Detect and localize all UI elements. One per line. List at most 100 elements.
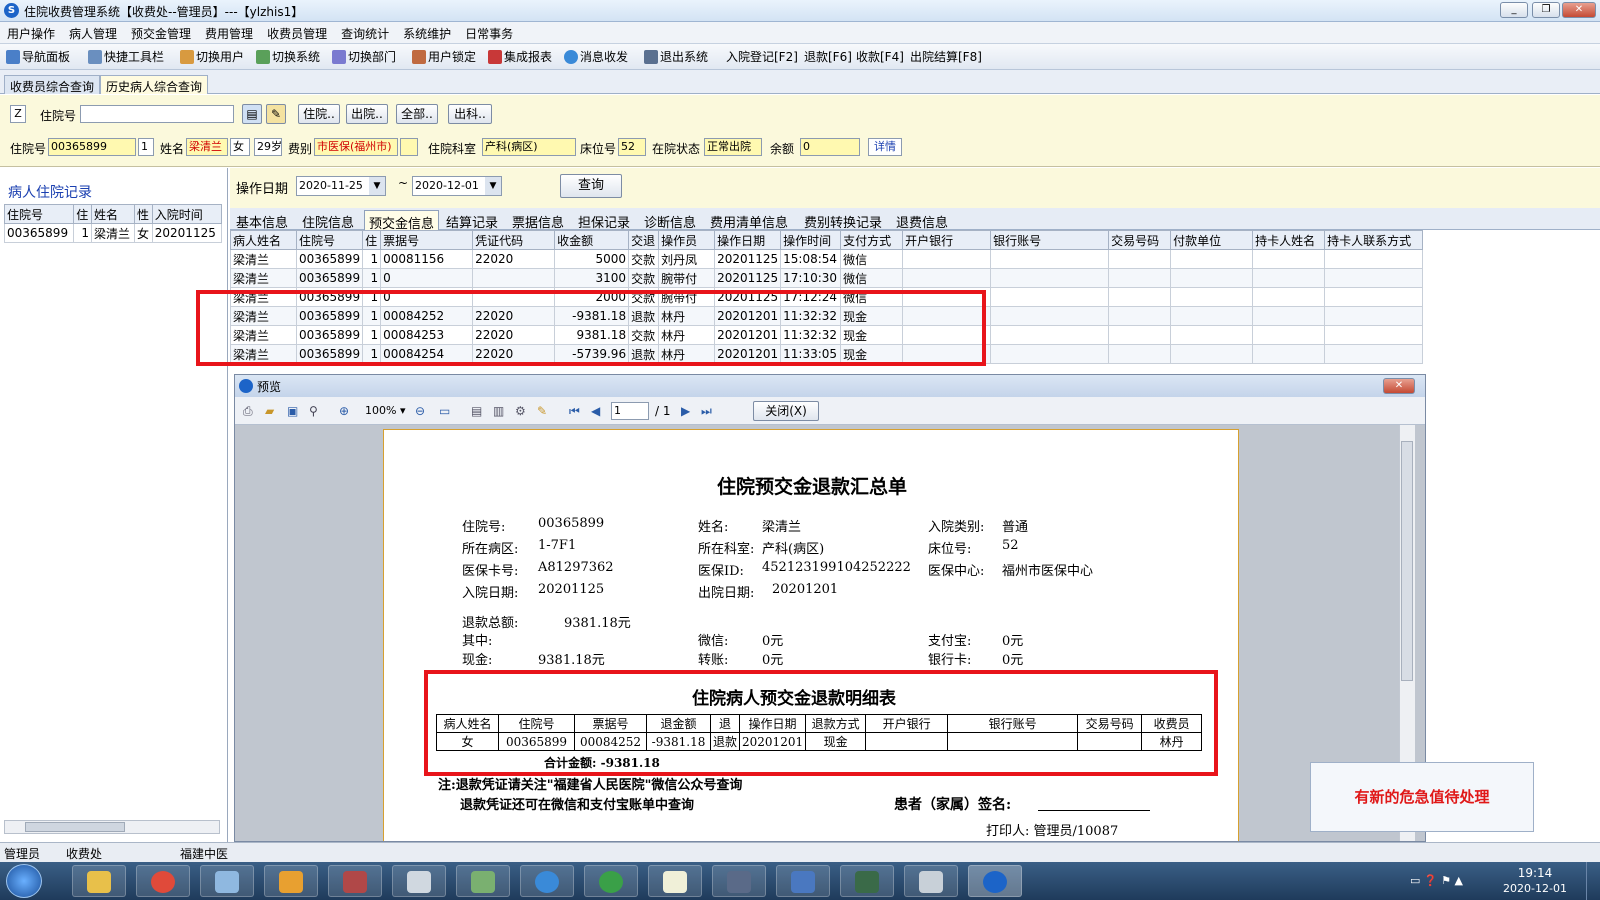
zoom-select[interactable]: 100% ▾ (365, 402, 405, 420)
tab-cashier-query[interactable]: 收费员综合查询 (4, 75, 101, 94)
taskbar-doctor[interactable] (392, 865, 446, 897)
taskbar-db[interactable] (328, 865, 382, 897)
tb-report[interactable]: 集成报表 (488, 48, 552, 66)
tb-message[interactable]: 消息收发 (564, 48, 628, 66)
col-header[interactable]: 住院号 (3, 204, 75, 224)
tab-fee-list[interactable]: 费用清单信息 (706, 210, 792, 231)
admit-filter-button[interactable]: 住院.. (298, 104, 340, 124)
prev-page-icon[interactable]: ◀ (591, 402, 600, 420)
col-header[interactable]: 住 (362, 230, 382, 250)
tab-guarantee[interactable]: 担保记录 (574, 210, 634, 231)
tab-diagnosis[interactable]: 诊断信息 (640, 210, 700, 231)
col-header[interactable]: 操作员 (658, 230, 716, 250)
tab-receipt[interactable]: 票据信息 (508, 210, 568, 231)
date-from-picker[interactable]: 2020-11-25 ▼ (296, 176, 386, 196)
col-header[interactable]: 持卡人姓名 (1252, 230, 1326, 250)
clock-date[interactable]: 2020-12-01 (1500, 882, 1570, 895)
tab-inpatient[interactable]: 住院信息 (298, 210, 358, 231)
discharge-filter-button[interactable]: 出院.. (346, 104, 388, 124)
taskbar-remote[interactable] (776, 865, 830, 897)
two-page-icon[interactable]: ▥ (493, 402, 504, 420)
menu-patient[interactable]: 病人管理 (62, 22, 124, 45)
scroll-thumb[interactable] (1401, 441, 1413, 681)
taskbar-sql2[interactable] (712, 865, 766, 897)
menu-fee[interactable]: 费用管理 (198, 22, 260, 45)
left-hscrollbar[interactable] (4, 820, 220, 834)
table-row[interactable]: 00365899 1 梁清兰 女 20201125 (3, 223, 223, 243)
all-filter-button[interactable]: 全部.. (396, 104, 438, 124)
page-number-input[interactable]: 1 (611, 402, 649, 420)
tb-settle-f8[interactable]: 出院结算[F8] (910, 48, 982, 66)
taskbar-his-active[interactable] (968, 865, 1022, 897)
inpatient-no-input[interactable] (80, 105, 234, 123)
col-header[interactable]: 支付方式 (840, 230, 904, 250)
tray-icons[interactable]: ▭ ❓ ⚑ ▲ (1410, 874, 1463, 887)
col-header[interactable]: 病人姓名 (230, 230, 297, 250)
taskbar-notepad[interactable] (648, 865, 702, 897)
find-icon[interactable]: ⚲ (309, 402, 318, 420)
edit-icon[interactable]: ✎ (537, 402, 547, 420)
tb-refund-f6[interactable]: 退款[F6] (804, 48, 852, 66)
menu-system[interactable]: 系统维护 (396, 22, 458, 45)
col-header[interactable]: 入院时间 (151, 204, 223, 224)
save-icon[interactable]: ▣ (287, 402, 298, 420)
taskbar-s-app[interactable] (584, 865, 638, 897)
taskbar-app[interactable] (200, 865, 254, 897)
tab-refund-info[interactable]: 退费信息 (892, 210, 952, 231)
menu-deposit[interactable]: 预交金管理 (124, 22, 198, 45)
col-header[interactable]: 付款单位 (1170, 230, 1254, 250)
show-desktop-button[interactable] (1586, 862, 1600, 900)
tab-fee-type-change[interactable]: 费别转换记录 (800, 210, 886, 231)
dept-out-filter-button[interactable]: 出科.. (448, 104, 492, 124)
critical-value-alert[interactable]: 有新的危急值待处理 (1310, 762, 1534, 832)
taskbar-doctor2[interactable] (904, 865, 958, 897)
date-to-picker[interactable]: 2020-12-01 ▼ (412, 176, 502, 196)
detail-button[interactable]: 详情 (868, 138, 902, 156)
maximize-button[interactable]: ❐ (1532, 2, 1560, 18)
tab-basic[interactable]: 基本信息 (232, 210, 292, 231)
menu-query[interactable]: 查询统计 (334, 22, 396, 45)
col-header[interactable]: 性 (133, 204, 153, 224)
zoom-in-icon[interactable]: ⊕ (339, 402, 349, 420)
taskbar-ie[interactable] (520, 865, 574, 897)
zoom-out-icon[interactable]: ⊖ (415, 402, 425, 420)
menu-daily[interactable]: 日常事务 (458, 22, 520, 45)
next-page-icon[interactable]: ▶ (681, 402, 690, 420)
z-toggle[interactable]: Z (10, 105, 26, 123)
col-header[interactable]: 持卡人联系方式 (1324, 230, 1424, 250)
tb-collect-f4[interactable]: 收款[F4] (856, 48, 904, 66)
col-header[interactable]: 交易号码 (1108, 230, 1172, 250)
col-header[interactable]: 住 (73, 204, 92, 224)
open-icon[interactable]: ▰ (265, 402, 274, 420)
settings-icon[interactable]: ⚙ (515, 402, 526, 420)
col-header[interactable]: 票据号 (380, 230, 474, 250)
single-page-icon[interactable]: ▤ (471, 402, 482, 420)
col-header[interactable]: 姓名 (91, 204, 135, 224)
col-header[interactable]: 凭证代码 (472, 230, 556, 250)
start-button[interactable] (6, 864, 42, 898)
preview-close-icon[interactable]: ✕ (1383, 378, 1415, 394)
taskbar-chrome[interactable] (136, 865, 190, 897)
tb-switch-dept[interactable]: 切换部门 (332, 48, 396, 66)
last-page-icon[interactable]: ⏭ (701, 402, 712, 420)
table-row[interactable]: 梁清兰 00365899 1 0 3100 交款 腕带付 20201125 17:10:30 微信 (230, 268, 1424, 288)
menu-user-ops[interactable]: 用户操作 (0, 22, 62, 45)
fit-page-icon[interactable]: ▭ (439, 402, 450, 420)
taskbar-app2[interactable] (456, 865, 510, 897)
card-reader-icon[interactable]: ▤ (242, 104, 262, 124)
clock-time[interactable]: 19:14 (1500, 866, 1570, 880)
query-button[interactable]: 查询 (560, 174, 622, 198)
tab-history-query[interactable]: 历史病人综合查询 (100, 75, 209, 94)
taskbar-monitor[interactable] (840, 865, 894, 897)
tb-nav-panel[interactable]: 导航面板 (6, 48, 70, 66)
col-header[interactable]: 交退 (628, 230, 660, 250)
col-header[interactable]: 操作日期 (714, 230, 782, 250)
menu-cashier[interactable]: 收费员管理 (260, 22, 334, 45)
col-header[interactable]: 银行账号 (990, 230, 1110, 250)
col-header[interactable]: 住院号 (295, 230, 364, 250)
taskbar-sql[interactable] (264, 865, 318, 897)
preview-close-button[interactable]: 关闭(X) (753, 401, 819, 421)
table-row[interactable]: 梁清兰 00365899 1 00081156 22020 5000 交款 刘丹凤 202011… (230, 249, 1424, 269)
minimize-button[interactable]: _ (1500, 2, 1528, 18)
tb-switch-system[interactable]: 切换系统 (256, 48, 320, 66)
